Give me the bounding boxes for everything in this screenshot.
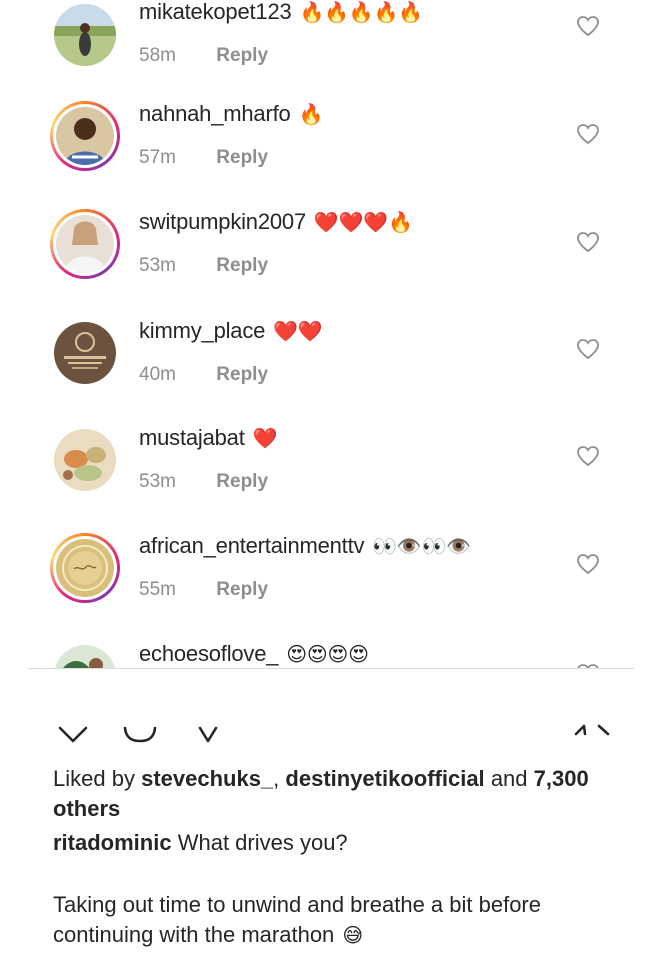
like-comment-heart-icon[interactable] [576,231,600,253]
avatar-image [54,4,116,66]
comment-text: mikatekopet123 🔥🔥🔥🔥🔥 [139,0,423,25]
caption: ritadominic What drives you? [53,828,613,858]
comment-username[interactable]: mikatekopet123 [139,0,292,24]
comment-username[interactable]: mustajabat [139,425,245,450]
comments-list: mikatekopet123 🔥🔥🔥🔥🔥 58m Reply nahnah_mh… [0,0,664,668]
avatar-image [54,645,116,668]
avatar[interactable] [50,209,120,279]
caption-body: Taking out time to unwind and breathe a … [53,890,613,950]
share-icon[interactable] [196,724,220,744]
comment-emoji: 😍😍😍😍 [286,642,369,666]
comment-text: kimmy_place ❤️❤️ [139,318,323,344]
comment-item: mustajabat ❤️ 53m Reply [0,425,664,533]
comment-time: 55m [139,579,176,600]
comment-time: 53m [139,255,176,276]
likes-summary[interactable]: Liked by stevechuks_, destinyetikooffici… [53,764,613,824]
comment-text: echoesoflove_ 😍😍😍😍 [139,641,369,667]
avatar[interactable] [50,101,120,171]
comment-text: mustajabat ❤️ [139,425,277,451]
comment-meta: 53m Reply [139,471,268,493]
avatar[interactable] [50,641,120,668]
liked-user-link[interactable]: stevechuks_ [141,766,273,791]
comment-item: mikatekopet123 🔥🔥🔥🔥🔥 58m Reply [0,0,664,107]
comment-emoji: ❤️❤️ [273,319,323,343]
avatar[interactable] [50,318,120,388]
avatar[interactable] [50,425,120,495]
caption-author[interactable]: ritadominic [53,830,172,855]
liked-user-link[interactable]: destinyetikoofficial [285,766,484,791]
comment-emoji: 🔥 [298,102,324,126]
like-comment-heart-icon[interactable] [576,553,600,575]
divider [28,668,634,669]
comment-meta: 53m Reply [139,255,268,277]
reply-button[interactable]: Reply [216,579,268,600]
reply-button[interactable]: Reply [216,45,268,66]
heart-icon[interactable] [56,724,90,744]
comment-username[interactable]: kimmy_place [139,318,265,343]
comment-emoji: ❤️ [252,426,278,450]
comment-text: nahnah_mharfo 🔥 [139,101,323,127]
comment-emoji: ❤️❤️❤️🔥 [313,210,413,234]
comment-item: echoesoflove_ 😍😍😍😍 [0,641,664,668]
comment-icon[interactable] [120,724,160,744]
like-comment-heart-icon[interactable] [576,338,600,360]
like-comment-heart-icon[interactable] [576,123,600,145]
caption-emoji: 😅 [342,923,364,947]
comment-username[interactable]: african_entertainmenttv [139,533,365,558]
comment-meta: 55m Reply [139,579,268,601]
comment-emoji: 🔥🔥🔥🔥🔥 [299,0,423,24]
reply-button[interactable]: Reply [216,255,268,276]
avatar-image [56,107,114,165]
like-comment-heart-icon[interactable] [576,445,600,467]
liked-by-prefix: Liked by [53,766,135,791]
comment-time: 58m [139,45,176,66]
comment-meta: 58m Reply [139,45,268,67]
reply-button[interactable]: Reply [216,471,268,492]
liked-and: and [490,766,528,791]
avatar-image [54,322,116,384]
comment-time: 40m [139,364,176,385]
comment-meta: 57m Reply [139,147,268,169]
comment-item: african_entertainmenttv 👀👁️👀👁️ 55m Reply [0,533,664,641]
bookmark-icon[interactable] [572,722,612,738]
caption-question: What drives you? [177,830,348,855]
comment-username[interactable]: echoesoflove_ [139,641,278,666]
avatar-image [56,215,114,273]
comment-time: 53m [139,471,176,492]
comment-username[interactable]: switpumpkin2007 [139,209,306,234]
comment-meta: 40m Reply [139,364,268,386]
comment-time: 57m [139,147,176,168]
comment-item: switpumpkin2007 ❤️❤️❤️🔥 53m Reply [0,209,664,317]
reply-button[interactable]: Reply [216,147,268,168]
comment-item: kimmy_place ❤️❤️ 40m Reply [0,318,664,426]
reply-button[interactable]: Reply [216,364,268,385]
avatar-image [54,429,116,491]
avatar[interactable] [50,533,120,603]
comment-text: switpumpkin2007 ❤️❤️❤️🔥 [139,209,413,235]
avatar-image [56,539,114,597]
caption-body-text: Taking out time to unwind and breathe a … [53,892,541,947]
post-action-bar [0,712,664,752]
comment-username[interactable]: nahnah_mharfo [139,101,291,126]
comment-text: african_entertainmenttv 👀👁️👀👁️ [139,533,471,559]
avatar[interactable] [50,0,120,70]
comment-emoji: 👀👁️👀👁️ [372,534,472,558]
like-comment-heart-icon[interactable] [576,15,600,37]
comment-item: nahnah_mharfo 🔥 57m Reply [0,101,664,209]
